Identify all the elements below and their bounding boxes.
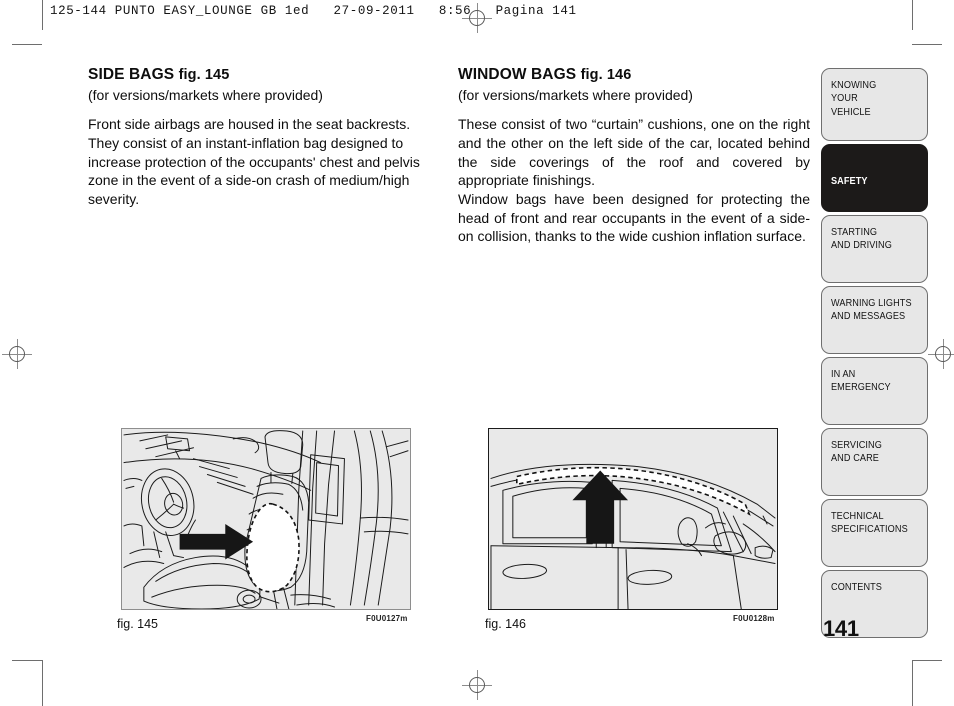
chapter-tab-label-line: YOUR (831, 93, 858, 105)
chapter-tab-label-line: STARTING (831, 227, 878, 238)
crop-mark-top-right-horizontal (912, 44, 942, 45)
chapter-tab-label-line: KNOWING (831, 80, 877, 91)
chapter-tab-starting-and-driving[interactable]: STARTING AND DRIVING (821, 215, 928, 283)
crop-mark-bottom-left-horizontal (12, 660, 42, 661)
chapter-tab-in-an-emergency[interactable]: IN AN EMERGENCY (821, 357, 928, 425)
chapter-tab-label-line: VEHICLE (831, 106, 871, 118)
left-section-figure-reference: fig. 145 (178, 67, 230, 83)
chapter-tab-sidebar: KNOWING YOUR VEHICLE SAFETY STARTING AND DRIV… (821, 68, 928, 641)
page-number: 141 (823, 616, 859, 641)
right-text-column: WINDOW BAGS fig. 146 (for versions/marke… (458, 66, 810, 246)
chapter-tab-servicing-and-care[interactable]: SERVICING AND CARE (821, 428, 928, 496)
left-text-column: SIDE BAGS fig. 145 (for versions/markets… (88, 66, 440, 209)
figure-145-image (121, 428, 411, 610)
chapter-tab-warning-lights-and-messages[interactable]: WARNING LIGHTS AND MESSAGES (821, 286, 928, 354)
crop-mark-right-vertical-bottom (912, 660, 913, 706)
figure-146-caption: fig. 146 (485, 617, 527, 631)
left-section-subtitle: (for versions/markets where provided) (88, 86, 323, 103)
crop-mark-left-vertical-bottom (42, 660, 43, 706)
chapter-tab-safety[interactable]: SAFETY (821, 144, 928, 212)
side-airbag-dashed-outline (246, 502, 300, 593)
chapter-tab-label-line: SPECIFICATIONS (831, 524, 908, 536)
right-section-title-text: WINDOW BAGS (458, 66, 577, 83)
chapter-tab-label-line: AND MESSAGES (831, 311, 906, 323)
figure-145-code: F0U0127m (366, 614, 408, 623)
chapter-tab-technical-specifications[interactable]: TECHNICAL SPECIFICATIONS (821, 499, 928, 567)
right-section-title: WINDOW BAGS fig. 146 (458, 66, 810, 85)
chapter-tab-label-line: SAFETY (831, 176, 868, 187)
chapter-tab-label-line: SERVICING (831, 440, 882, 451)
crop-mark-top-left-horizontal (12, 44, 42, 45)
right-paragraph-1: These consist of two “curtain” cushions,… (458, 116, 810, 189)
manual-page: 125-144 PUNTO EASY_LOUNGE GB 1ed 27-09-2… (0, 0, 954, 706)
chapter-tab-label-line: AND CARE (831, 453, 879, 465)
registration-mark-bottom (462, 670, 492, 700)
chapter-tab-label-line: AND DRIVING (831, 240, 892, 252)
crop-mark-right-vertical-top (912, 0, 913, 30)
figure-146-image (488, 428, 778, 610)
right-paragraph-2: Window bags have been designed for prote… (458, 191, 810, 245)
registration-mark-right (928, 339, 954, 369)
crop-mark-left-vertical (42, 0, 43, 30)
right-section-subtitle: (for versions/markets where provided) (458, 86, 693, 103)
chapter-tab-label-line: TECHNICAL (831, 511, 884, 522)
left-section-title: SIDE BAGS fig. 145 (88, 66, 440, 85)
chapter-tab-label-line: EMERGENCY (831, 382, 891, 394)
figure-146-code: F0U0128m (733, 614, 775, 623)
figure-145-caption: fig. 145 (117, 617, 159, 631)
chapter-tab-label-line: CONTENTS (831, 582, 882, 593)
registration-mark-top (462, 3, 492, 33)
print-header: 125-144 PUNTO EASY_LOUNGE GB 1ed 27-09-2… (50, 4, 577, 18)
crop-mark-bottom-right-horizontal (912, 660, 942, 661)
registration-mark-left (2, 339, 32, 369)
chapter-tab-label-line: IN AN (831, 369, 856, 380)
chapter-tab-knowing-your-vehicle[interactable]: KNOWING YOUR VEHICLE (821, 68, 928, 141)
chapter-tab-label-line: WARNING LIGHTS (831, 298, 912, 309)
window-airbag-dashed-outline (516, 466, 751, 516)
left-paragraph-1: Front side airbags are housed in the sea… (88, 116, 420, 208)
left-section-title-text: SIDE BAGS (88, 66, 175, 83)
right-section-figure-reference: fig. 146 (580, 67, 632, 83)
